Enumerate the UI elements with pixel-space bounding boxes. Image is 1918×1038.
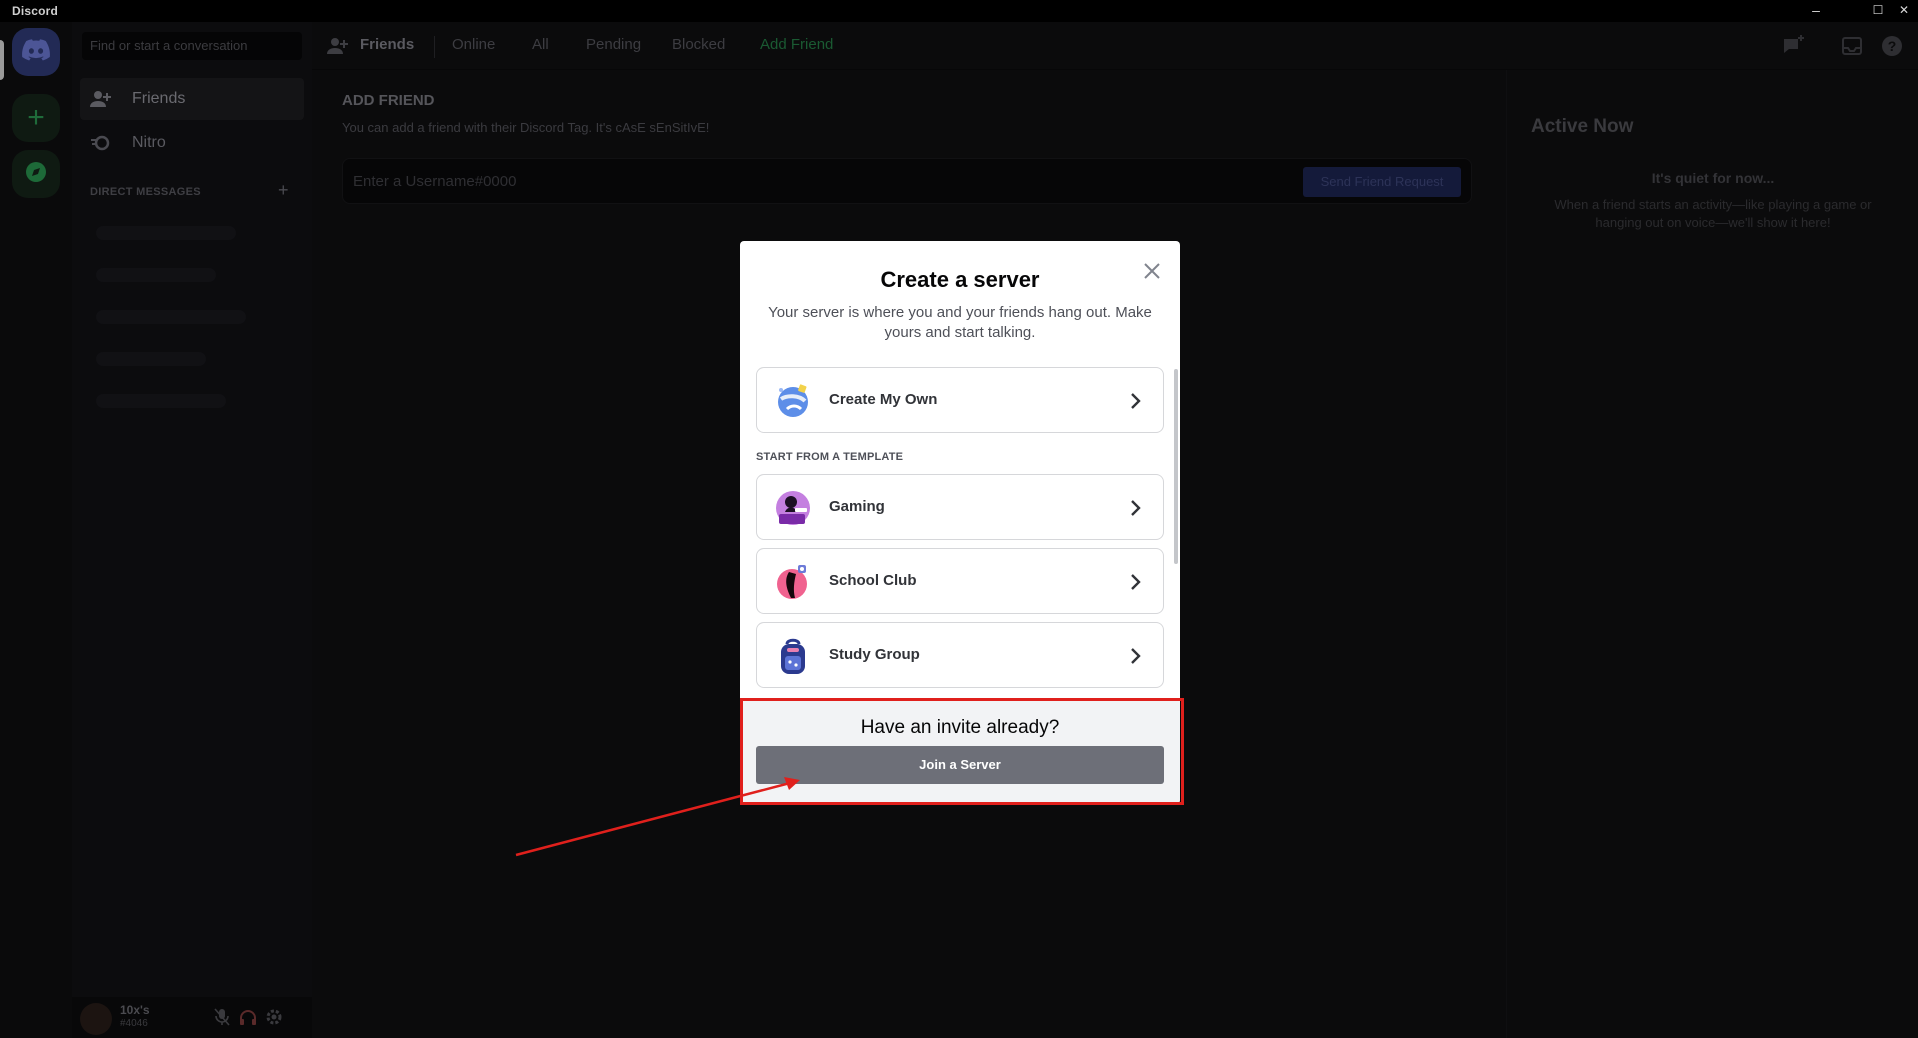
deafen-button[interactable] xyxy=(238,1007,258,1027)
user-tag: #4046 xyxy=(120,1018,148,1029)
school-club-icon xyxy=(773,562,813,602)
add-friend-field[interactable]: Enter a Username#0000 Send Friend Reques… xyxy=(342,158,1472,204)
tab-add-friend[interactable]: Add Friend xyxy=(760,36,833,53)
template-section-header: START FROM A TEMPLATE xyxy=(756,451,904,463)
nav-divider xyxy=(434,36,435,58)
modal-title: Create a server xyxy=(880,267,1040,292)
modal-description: Your server is where you and your friend… xyxy=(768,304,1152,341)
quiet-description: When a friend starts an activity—like pl… xyxy=(1554,197,1872,230)
template-label: School Club xyxy=(829,572,917,589)
create-my-own-option[interactable]: Create My Own xyxy=(756,367,1164,433)
highlight-box xyxy=(740,698,1184,805)
friends-icon xyxy=(90,88,112,110)
gaming-icon xyxy=(773,488,813,528)
template-school-club[interactable]: School Club xyxy=(756,548,1164,614)
minimize-button[interactable]: – xyxy=(1802,0,1830,22)
active-now-panel: Active Now It's quiet for now... When a … xyxy=(1506,70,1918,1038)
explore-servers-button[interactable] xyxy=(12,150,60,198)
modal-scrollbar[interactable] xyxy=(1174,369,1178,564)
dm-placeholder xyxy=(96,352,206,366)
add-server-button[interactable]: + xyxy=(12,94,60,142)
compass-icon xyxy=(25,161,47,188)
home-button[interactable] xyxy=(12,28,60,76)
title-bar: Discord – ☐ ✕ xyxy=(0,0,1918,22)
app-title: Discord xyxy=(12,4,59,18)
sidebar-item-friends[interactable]: Friends xyxy=(80,78,304,120)
user-panel: 10x's #4046 xyxy=(72,997,312,1038)
create-my-own-label: Create My Own xyxy=(829,391,938,408)
template-study-group[interactable]: Study Group xyxy=(756,622,1164,688)
dm-placeholder xyxy=(96,226,236,240)
dm-placeholder xyxy=(96,310,246,324)
template-label: Study Group xyxy=(829,646,920,663)
server-rail: + xyxy=(0,22,72,1038)
tab-all[interactable]: All xyxy=(532,36,549,53)
discord-app: Discord – ☐ ✕ + Find or start a conversa… xyxy=(0,0,1918,1038)
username: 10x's xyxy=(120,1003,150,1017)
help-icon: ? xyxy=(1882,36,1902,56)
headphones-icon xyxy=(240,1010,256,1025)
user-settings-button[interactable] xyxy=(264,1007,284,1027)
sidebar-item-nitro[interactable]: Nitro xyxy=(80,122,304,164)
microphone-muted-icon xyxy=(214,1008,230,1026)
discord-logo-icon xyxy=(22,38,50,66)
inbox-button[interactable] xyxy=(1840,34,1864,58)
new-group-dm-button[interactable] xyxy=(1782,34,1806,58)
chevron-right-icon xyxy=(1131,648,1141,664)
template-label: Gaming xyxy=(829,498,885,515)
send-friend-request-button[interactable]: Send Friend Request xyxy=(1303,167,1461,197)
close-modal-button[interactable] xyxy=(1140,259,1164,283)
avatar[interactable] xyxy=(80,1003,112,1035)
nitro-icon xyxy=(90,132,112,154)
new-group-dm-icon xyxy=(1784,35,1804,53)
friends-title: Friends xyxy=(360,36,415,53)
direct-messages-header: DIRECT MESSAGES xyxy=(90,186,201,198)
close-icon xyxy=(1144,263,1160,279)
gear-icon xyxy=(266,1009,282,1025)
tab-blocked[interactable]: Blocked xyxy=(672,36,725,53)
username-input[interactable]: Enter a Username#0000 xyxy=(353,173,516,190)
dm-sidebar: Find or start a conversation Friends Nit… xyxy=(72,22,312,1038)
svg-text:?: ? xyxy=(1888,38,1897,54)
sidebar-item-label: Friends xyxy=(132,90,186,107)
help-button[interactable]: ? xyxy=(1880,34,1904,58)
active-now-heading: Active Now xyxy=(1531,116,1634,137)
close-window-button[interactable]: ✕ xyxy=(1890,0,1918,22)
inbox-icon xyxy=(1842,37,1862,55)
tab-pending[interactable]: Pending xyxy=(586,36,641,53)
friends-top-nav: Friends Online All Pending Blocked Add F… xyxy=(312,22,1918,70)
create-own-icon xyxy=(773,381,813,421)
chevron-right-icon xyxy=(1131,500,1141,516)
maximize-button[interactable]: ☐ xyxy=(1864,0,1892,22)
friends-icon xyxy=(326,34,350,58)
conversation-search-input[interactable]: Find or start a conversation xyxy=(82,32,302,60)
dm-placeholder xyxy=(96,394,226,408)
selected-pill xyxy=(0,40,4,80)
dm-placeholder xyxy=(96,268,216,282)
template-gaming[interactable]: Gaming xyxy=(756,474,1164,540)
add-friend-subtitle: You can add a friend with their Discord … xyxy=(342,120,710,135)
create-dm-button[interactable]: + xyxy=(278,180,289,201)
add-friend-heading: ADD FRIEND xyxy=(342,92,435,109)
tab-online[interactable]: Online xyxy=(452,36,495,53)
quiet-title: It's quiet for now... xyxy=(1651,170,1775,186)
sidebar-item-label: Nitro xyxy=(132,134,166,151)
study-group-icon xyxy=(773,636,813,676)
chevron-right-icon xyxy=(1131,574,1141,590)
plus-icon: + xyxy=(27,101,45,134)
chevron-right-icon xyxy=(1131,393,1141,409)
mute-button[interactable] xyxy=(212,1007,232,1027)
